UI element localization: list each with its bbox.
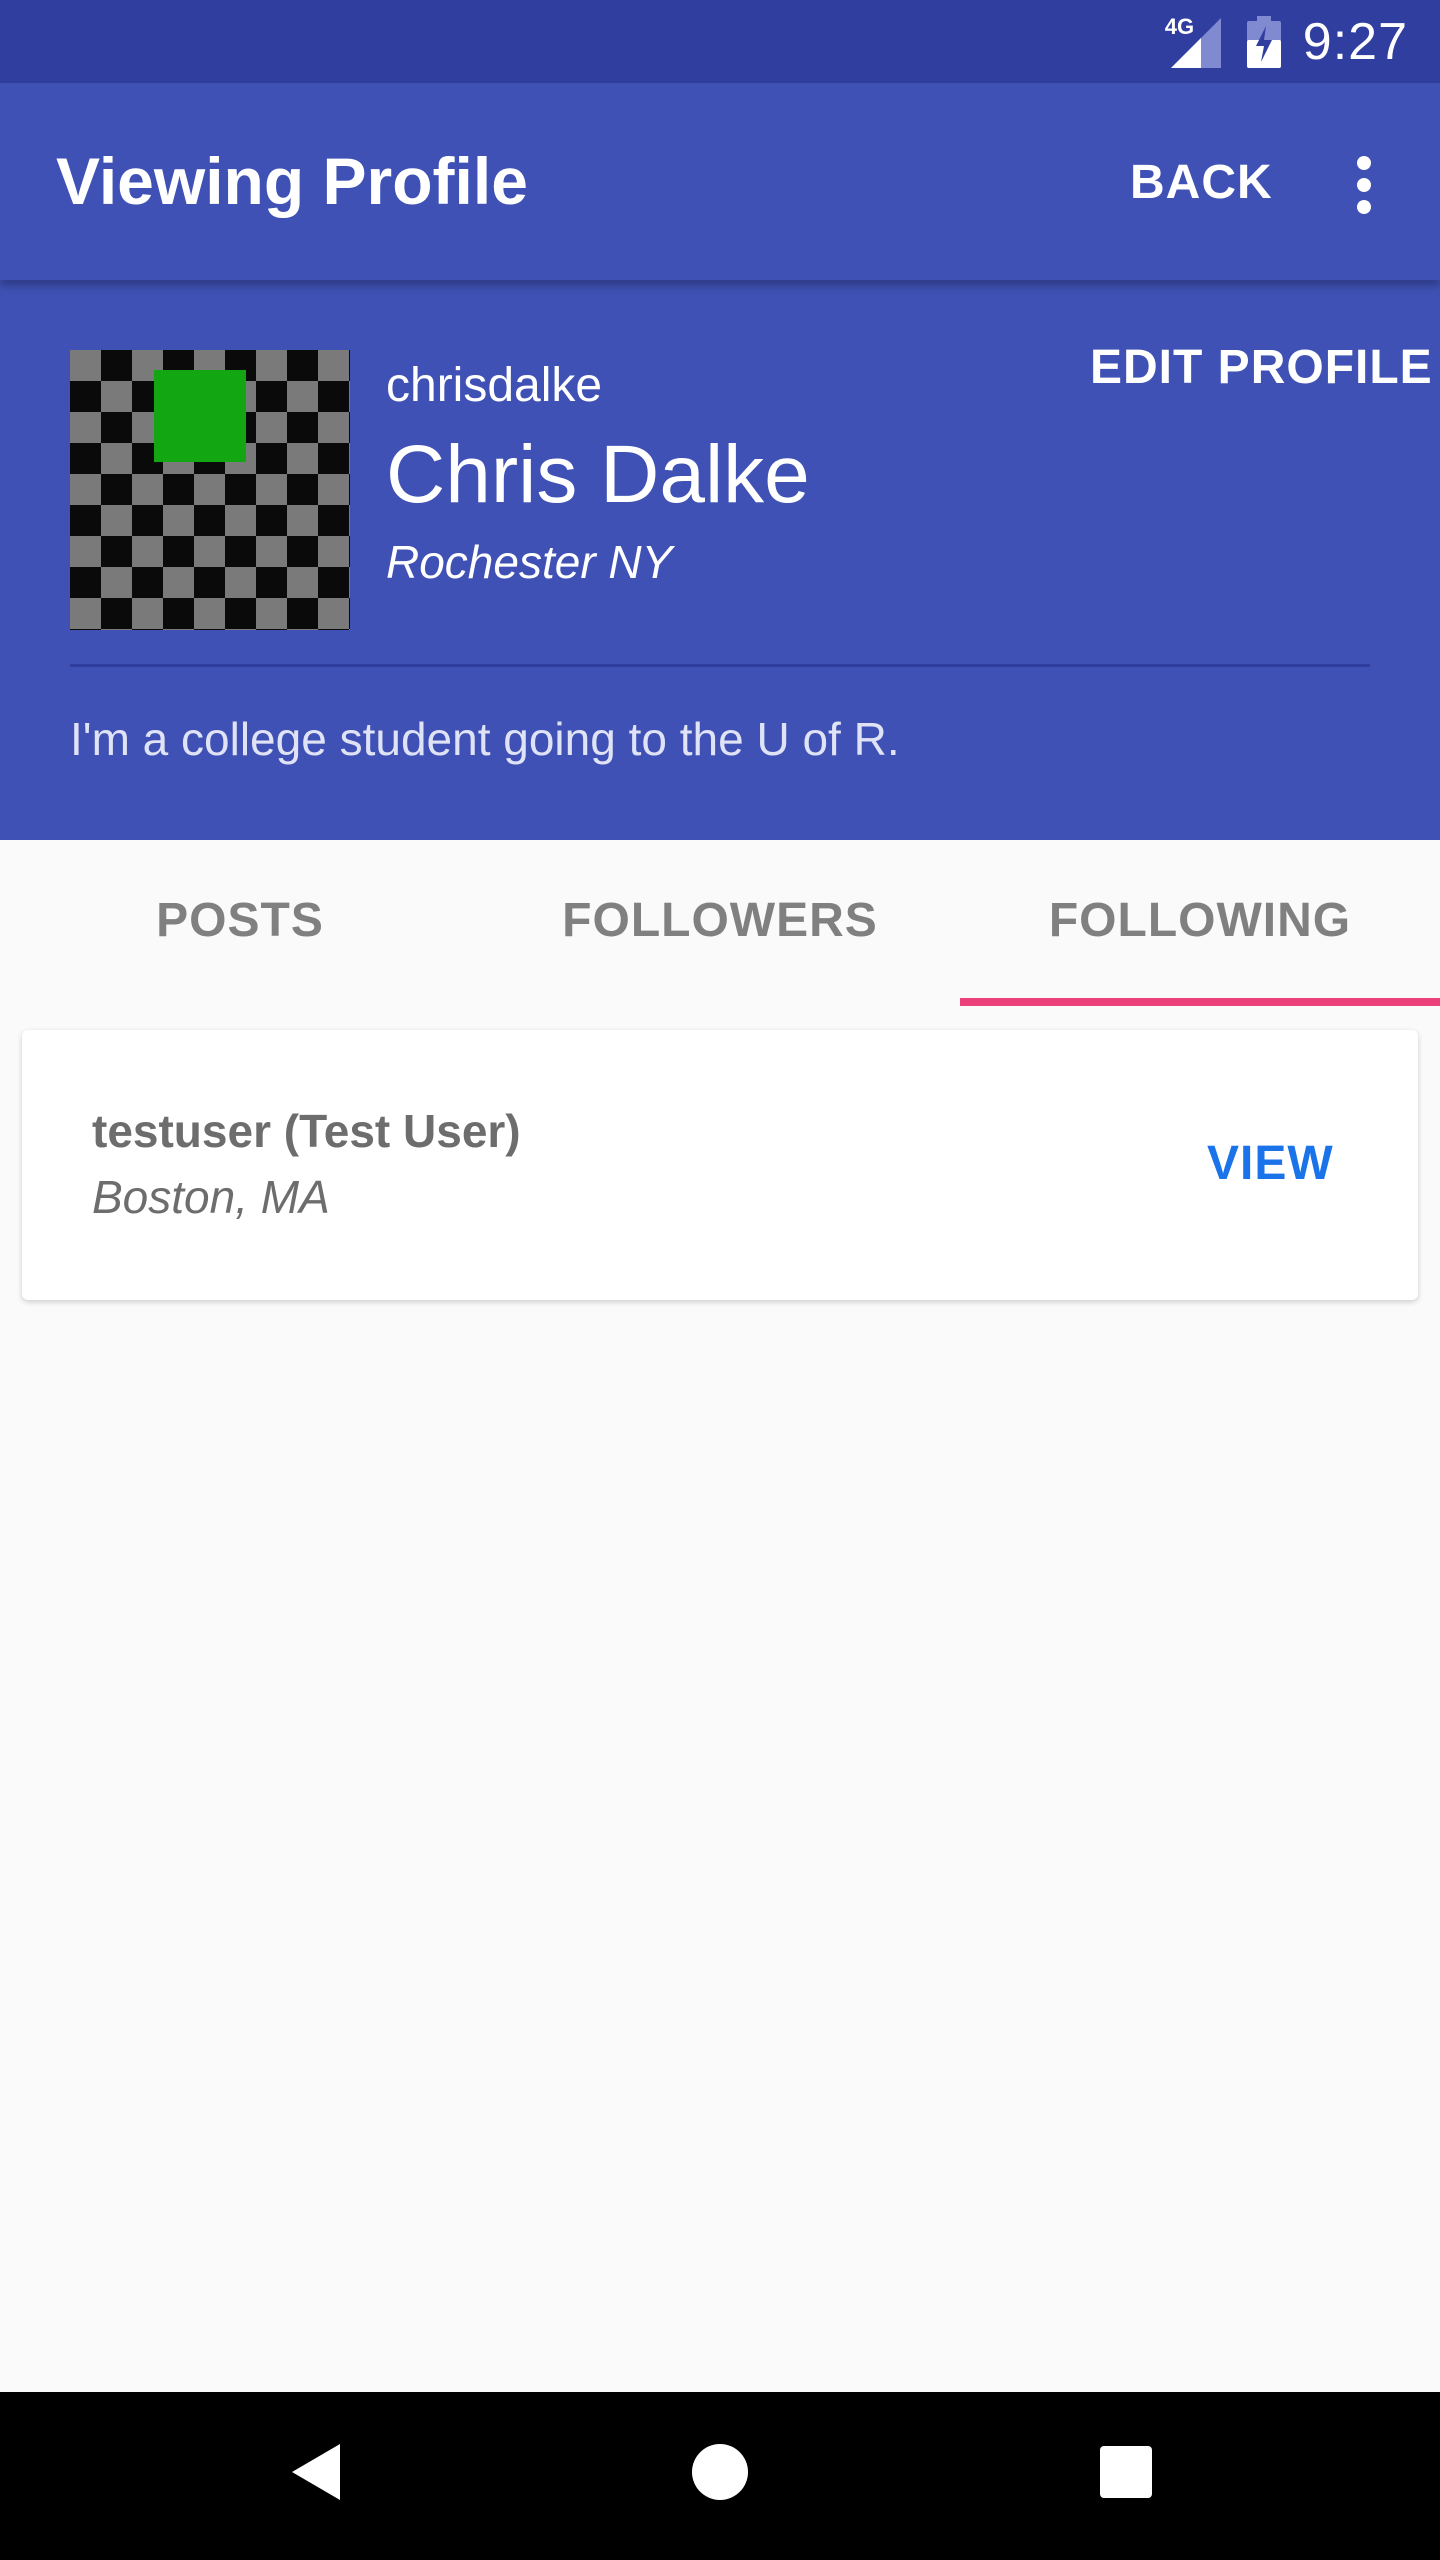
profile-location: Rochester NY — [386, 536, 673, 588]
divider — [70, 664, 1370, 667]
edit-profile-button[interactable]: EDIT PROFILE — [1090, 340, 1433, 395]
profile-full-name: Chris Dalke — [386, 429, 810, 520]
clock: 9:27 — [1302, 12, 1408, 71]
following-user-name: testuser (Test User) — [92, 1105, 521, 1157]
profile-username: chrisdalke — [386, 359, 603, 412]
view-button[interactable]: VIEW — [1207, 1136, 1334, 1191]
back-nav-icon[interactable] — [288, 2440, 344, 2504]
tab-following[interactable]: FOLLOWING — [960, 840, 1440, 1008]
profile-bio: I'm a college student going to the U of … — [70, 713, 900, 765]
home-nav-icon[interactable] — [690, 2440, 750, 2504]
back-button[interactable]: BACK — [1130, 155, 1273, 210]
tab-posts[interactable]: POSTS — [0, 840, 480, 1008]
tab-bar: POSTS FOLLOWERS FOLLOWING — [0, 840, 1440, 1008]
app-bar: Viewing Profile BACK — [0, 83, 1440, 280]
avatar — [70, 350, 350, 630]
following-user-location: Boston, MA — [92, 1171, 330, 1223]
battery-charging-icon — [1246, 15, 1281, 68]
page-title: Viewing Profile — [56, 144, 528, 218]
navigation-bar — [0, 2392, 1440, 2560]
status-bar: 4G 9:27 — [0, 0, 1440, 83]
overflow-menu-icon[interactable] — [1340, 153, 1388, 217]
tab-indicator — [960, 998, 1440, 1006]
tab-followers[interactable]: FOLLOWERS — [480, 840, 960, 1008]
profile-header: chrisdalke Chris Dalke Rochester NY EDIT… — [0, 280, 1440, 840]
recents-nav-icon[interactable] — [1098, 2440, 1154, 2504]
signal-icon: 4G — [1165, 14, 1225, 70]
list-item: testuser (Test User) Boston, MA VIEW — [22, 1030, 1418, 1300]
